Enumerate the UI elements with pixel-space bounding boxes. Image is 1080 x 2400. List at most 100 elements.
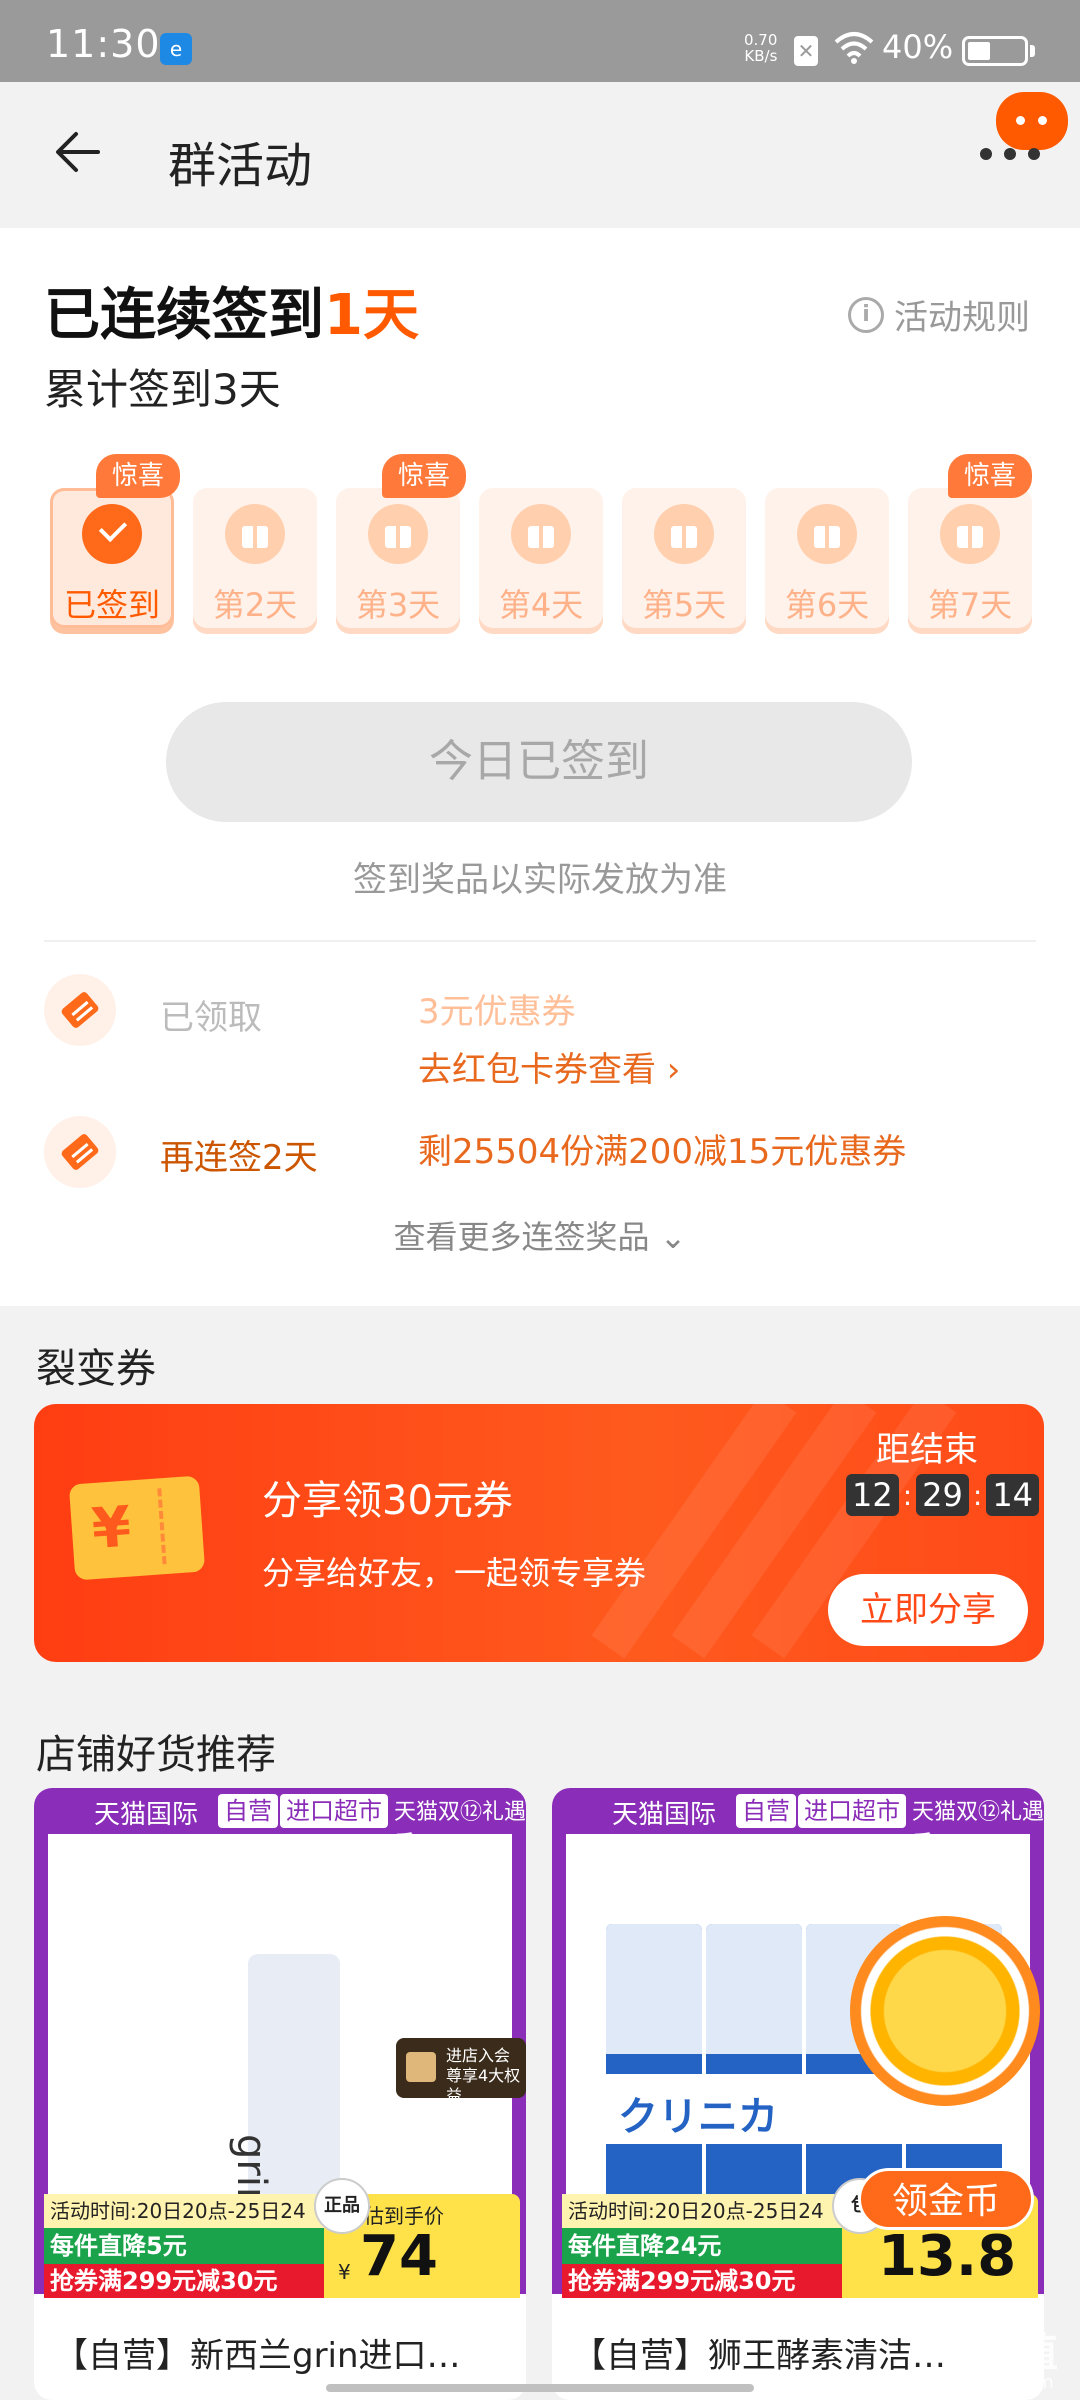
battery-icon bbox=[962, 36, 1028, 66]
surprise-badge: 惊喜 bbox=[96, 454, 180, 498]
home-indicator[interactable] bbox=[326, 2384, 754, 2392]
streak-heading: 已连续签到1天 bbox=[44, 270, 419, 351]
fission-title: 分享领30元券 bbox=[262, 1478, 513, 1524]
promo-time: 活动时间:20日20点-25日24点 bbox=[562, 2194, 842, 2257]
checkin-days-row: 已签到 第2天 第3天 第4天 第5天 第6天 第7天 惊喜 惊喜 惊喜 bbox=[50, 454, 1032, 628]
checked-in-today-button[interactable]: 今日已签到 bbox=[166, 702, 912, 822]
page-title: 群活动 bbox=[168, 138, 313, 194]
coupon-icon bbox=[44, 974, 116, 1046]
price-currency: ¥ bbox=[338, 2260, 351, 2284]
day-label: 第3天 bbox=[355, 586, 441, 624]
promo-strip: 活动时间:20日20点-25日24点 每件直降5元 抢券满299元减30元 预估… bbox=[34, 2182, 526, 2298]
promo-drop: 每件直降5元 bbox=[44, 2228, 324, 2264]
tag-import: 进口超市 bbox=[280, 1794, 388, 1828]
day-item-3: 第3天 bbox=[336, 488, 460, 628]
product-banner: 天猫国际 自营 进口超市 天猫双⑫礼遇季 bbox=[552, 1788, 1044, 1857]
member-benefit-badge: 进店入会 尊享4大权益 bbox=[396, 2038, 526, 2105]
authentic-badge: 正品 bbox=[314, 2178, 370, 2234]
price-value: 13.8 bbox=[878, 2224, 1017, 2289]
watermark-url: zhizhizhi.com bbox=[932, 2372, 1054, 2393]
share-now-button[interactable]: 立即分享 bbox=[828, 1574, 1028, 1646]
brand-text: クリニカ bbox=[618, 2094, 778, 2140]
tag-self-operated: 自营 bbox=[218, 1794, 278, 1828]
more-rewards-link[interactable]: 查看更多连签奖品 ⌄ bbox=[0, 1212, 1080, 1258]
battery-percent: 40% bbox=[882, 28, 954, 66]
countdown-label: 距结束 bbox=[876, 1430, 978, 1470]
timer-seconds: 14 bbox=[986, 1474, 1040, 1516]
day-item-1: 已签到 bbox=[50, 488, 174, 628]
day-item-6: 第6天 bbox=[765, 488, 889, 628]
collect-coins-button[interactable]: 领金币 bbox=[858, 2168, 1034, 2230]
checkin-card: 已连续签到1天 累计签到3天 i 活动规则 已签到 第2天 第3天 第4天 第5… bbox=[0, 228, 1080, 1306]
top-app-bar: 群活动 bbox=[0, 82, 1080, 228]
divider bbox=[44, 940, 1036, 942]
day-item-7: 第7天 bbox=[908, 488, 1032, 628]
fission-subtitle: 分享给好友，一起领专享券 bbox=[262, 1554, 647, 1592]
day-label: 第5天 bbox=[641, 586, 727, 624]
view-coupons-link[interactable]: 去红包卡券查看 › bbox=[418, 1042, 680, 1091]
tmall-label: 天猫国际 bbox=[612, 1800, 717, 1830]
streak-prefix: 已连续签到 bbox=[44, 283, 324, 348]
promo-coupon: 抢券满299元减30元 bbox=[44, 2264, 344, 2298]
section-title-fission: 裂变券 bbox=[36, 1346, 156, 1392]
fission-coupon-banner[interactable]: ¥ 分享领30元券 分享给好友，一起领专享券 距结束 12 : 29 : 14 … bbox=[34, 1404, 1044, 1662]
gift-icon bbox=[511, 504, 571, 564]
gift-icon bbox=[654, 504, 714, 564]
battery-level-fill bbox=[968, 42, 990, 60]
chat-bubble-icon bbox=[996, 92, 1068, 150]
timer-hours: 12 bbox=[846, 1474, 899, 1516]
promo-drop: 每件直降24元 bbox=[562, 2228, 842, 2264]
wifi-icon bbox=[834, 32, 874, 64]
reward-status: 再连签2天 bbox=[160, 1138, 318, 1178]
day-item-5: 第5天 bbox=[622, 488, 746, 628]
day-item-2: 第2天 bbox=[193, 488, 317, 628]
streak-days: 1天 bbox=[324, 283, 419, 348]
surprise-badge: 惊喜 bbox=[948, 454, 1032, 498]
info-icon: i bbox=[848, 296, 884, 333]
coupon-icon bbox=[44, 1116, 116, 1188]
day-label: 第6天 bbox=[784, 586, 870, 624]
app-notification-icon: e bbox=[160, 33, 192, 65]
countdown-timer: 12 : 29 : 14 bbox=[846, 1474, 1040, 1516]
price-value: 74 bbox=[360, 2224, 438, 2289]
more-menu-button[interactable] bbox=[976, 92, 1076, 192]
day-label: 第4天 bbox=[498, 586, 584, 624]
gift-icon bbox=[225, 504, 285, 564]
promo-coupon: 抢券满299元减30元 bbox=[562, 2264, 862, 2298]
reward-status: 已领取 bbox=[160, 998, 262, 1038]
activity-rules-link[interactable]: i 活动规则 bbox=[848, 290, 1030, 339]
status-bar: 11:30 e 0.70 KB/s ✕ 40% bbox=[0, 0, 1080, 82]
gift-icon bbox=[940, 504, 1000, 564]
promo-time: 活动时间:20日20点-25日24点 bbox=[44, 2194, 324, 2257]
timer-minutes: 29 bbox=[916, 1474, 969, 1516]
day-label: 已签到 bbox=[63, 586, 160, 624]
day-item-4: 第4天 bbox=[479, 488, 603, 628]
yen-symbol: ¥ bbox=[89, 1494, 134, 1563]
rules-label: 活动规则 bbox=[894, 298, 1030, 338]
more-dots-icon bbox=[980, 148, 1040, 160]
reward-disclaimer: 签到奖品以实际发放为准 bbox=[353, 860, 727, 900]
section-title-shop: 店铺好货推荐 bbox=[36, 1732, 276, 1778]
product-card[interactable]: 天猫国际 自营 进口超市 天猫双⑫礼遇季 grin 进店入会 尊享4大权益 活动… bbox=[34, 1788, 526, 2400]
network-speed: 0.70 KB/s bbox=[744, 31, 778, 65]
sim-off-icon: ✕ bbox=[794, 36, 818, 66]
status-time: 11:30 bbox=[46, 22, 161, 66]
gift-icon bbox=[797, 504, 857, 564]
tag-import: 进口超市 bbox=[798, 1794, 906, 1828]
product-banner: 天猫国际 自营 进口超市 天猫双⑫礼遇季 bbox=[34, 1788, 526, 1857]
tag-self-operated: 自营 bbox=[736, 1794, 796, 1828]
tmall-label: 天猫国际 bbox=[94, 1800, 199, 1830]
reward-title: 3元优惠券 bbox=[418, 992, 576, 1032]
watermark: 值值值 bbox=[938, 2330, 1058, 2376]
product-name: 【自营】新西兰grin进口… bbox=[54, 2336, 461, 2376]
total-checkins: 累计签到3天 bbox=[44, 365, 281, 414]
day-label: 第2天 bbox=[212, 586, 298, 624]
reward-title: 剩25504份满200减15元优惠券 bbox=[418, 1132, 907, 1172]
surprise-badge: 惊喜 bbox=[382, 454, 466, 498]
gift-icon bbox=[368, 504, 428, 564]
battery-tip bbox=[1030, 45, 1035, 57]
back-arrow-icon[interactable] bbox=[50, 122, 110, 182]
day-label: 第7天 bbox=[927, 586, 1013, 624]
ticket-icon: ¥ bbox=[68, 1475, 206, 1581]
gold-coin-float-icon[interactable] bbox=[850, 1916, 1040, 2106]
